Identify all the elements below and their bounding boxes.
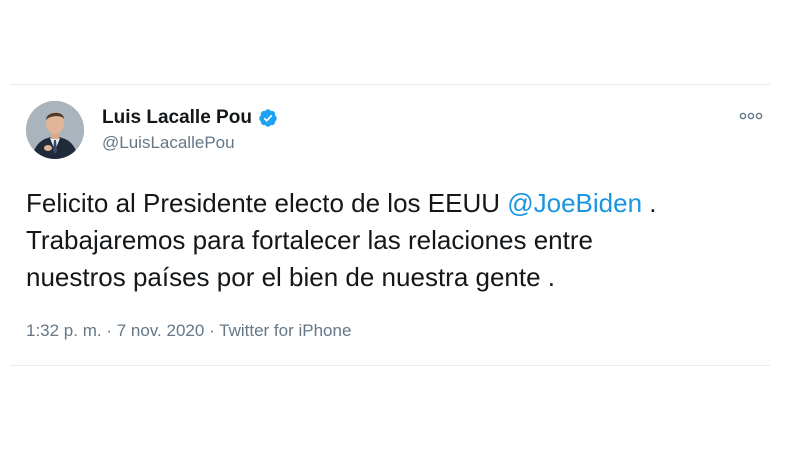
meta-separator: ·: [101, 321, 117, 340]
tweet-text: Felicito al Presidente electo de los EEU…: [26, 185, 766, 296]
more-options-icon[interactable]: [736, 107, 766, 125]
tweet-text-part: .: [642, 188, 657, 218]
profile-photo-icon: [26, 101, 84, 159]
author-handle[interactable]: @LuisLacallePou: [102, 133, 235, 153]
tweet-text-part: Felicito al Presidente electo de los EEU…: [26, 188, 508, 218]
tweet-text-line-1: Felicito al Presidente electo de los EEU…: [26, 185, 766, 222]
tweet-date[interactable]: 7 nov. 2020: [117, 321, 205, 340]
tweet-metadata: 1:32 p. m. · 7 nov. 2020 · Twitter for i…: [26, 321, 351, 341]
tweet-text-line-3: nuestros países por el bien de nuestra g…: [26, 262, 556, 292]
avatar[interactable]: [26, 101, 84, 159]
verified-badge-icon: [258, 108, 278, 128]
author-display-name[interactable]: Luis Lacalle Pou: [102, 107, 252, 129]
tweet-time[interactable]: 1:32 p. m.: [26, 321, 102, 340]
tweet-card: Luis Lacalle Pou @LuisLacallePou Felicit…: [10, 84, 770, 366]
page: Luis Lacalle Pou @LuisLacallePou Felicit…: [0, 0, 800, 450]
author-name-row: Luis Lacalle Pou: [102, 107, 278, 129]
mention-link[interactable]: @JoeBiden: [507, 188, 642, 218]
tweet-text-line-2: Trabajaremos para fortalecer las relacio…: [26, 225, 593, 255]
tweet-source-link[interactable]: Twitter for iPhone: [219, 321, 351, 340]
meta-separator: ·: [204, 321, 220, 340]
